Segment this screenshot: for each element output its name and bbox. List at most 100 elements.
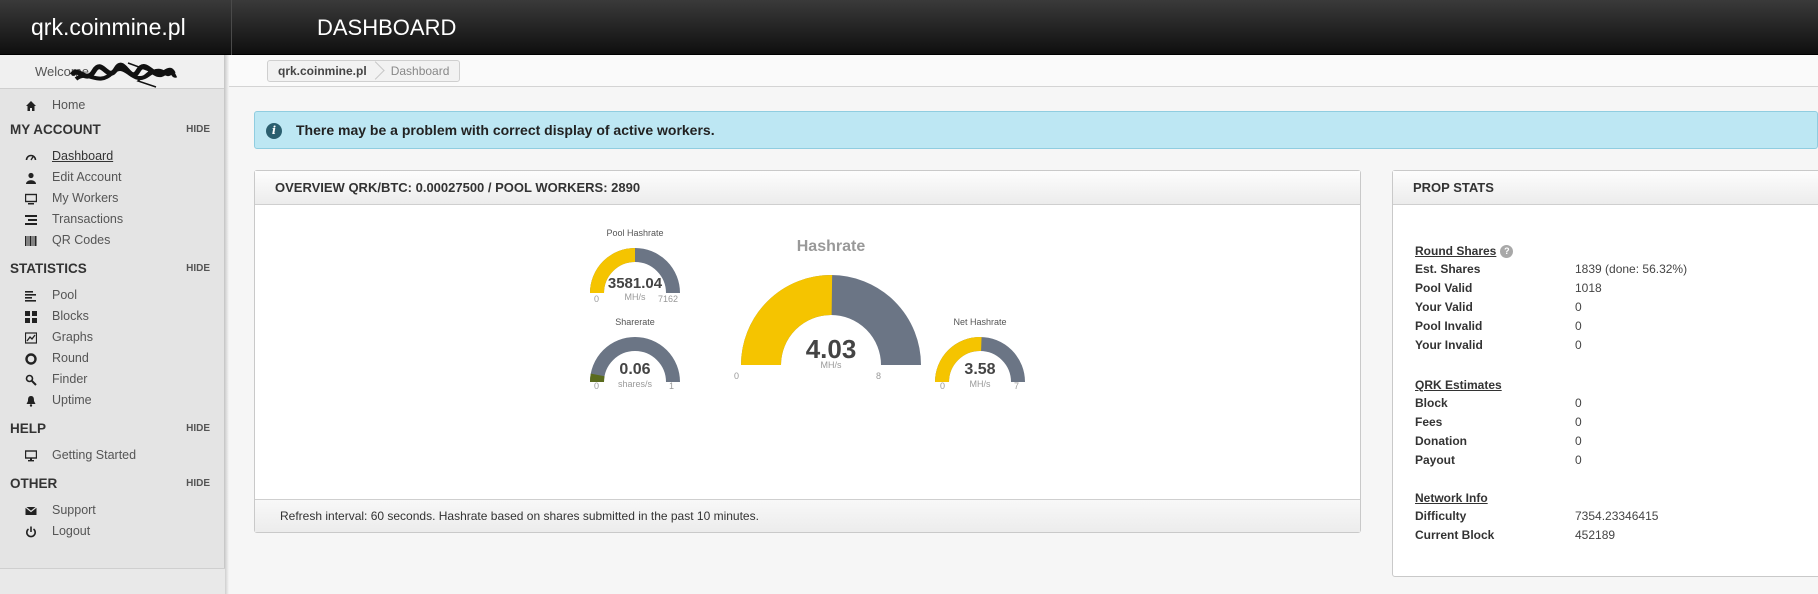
page-title: DASHBOARD xyxy=(317,15,457,40)
info-alert: i There may be a problem with correct di… xyxy=(254,111,1818,149)
align-left-icon xyxy=(25,291,36,302)
stat-row: Est. Shares 1839 (done: 56.32%) xyxy=(1415,262,1795,281)
prop-stats-title: PROP STATS xyxy=(1393,171,1818,205)
stat-value: 1839 (done: 56.32%) xyxy=(1575,262,1688,276)
stat-row: Payout 0 xyxy=(1415,453,1795,472)
stat-value: 7354.23346415 xyxy=(1575,509,1659,523)
stat-value: 452189 xyxy=(1575,528,1616,542)
section-title: MY ACCOUNT xyxy=(10,122,101,137)
stat-value: 0 xyxy=(1575,434,1582,448)
sidebar-item-round[interactable]: Round xyxy=(0,348,224,369)
sidebar-item-support[interactable]: Support xyxy=(0,500,224,521)
gauge-max: 8 xyxy=(876,371,882,381)
hide-toggle[interactable]: HIDE xyxy=(186,116,210,144)
gauge-min: 0 xyxy=(594,294,600,304)
overview-panel: OVERVIEW QRK/BTC: 0.00027500 / POOL WORK… xyxy=(254,170,1361,533)
stat-label: Est. Shares xyxy=(1415,262,1481,276)
gauge-max: 1 xyxy=(669,381,675,391)
stat-value: 0 xyxy=(1575,453,1582,467)
stat-label: Current Block xyxy=(1415,528,1495,542)
section-other: OTHER HIDE xyxy=(0,470,224,498)
breadcrumb-home-link[interactable]: qrk.coinmine.pl xyxy=(268,61,381,81)
stat-value: 0 xyxy=(1575,338,1582,352)
gauge-value: 3.58 xyxy=(964,361,996,378)
sidebar-shadow xyxy=(225,55,229,594)
sidebar-item-dashboard[interactable]: Dashboard xyxy=(0,146,224,167)
stat-label: Pool Valid xyxy=(1415,281,1473,295)
stat-label: Your Invalid xyxy=(1415,338,1483,352)
stat-label: Block xyxy=(1415,396,1448,410)
gauge-max: 7162 xyxy=(658,294,679,304)
network-info-heading[interactable]: Network Info xyxy=(1415,491,1488,505)
sidebar-item-home[interactable]: Home xyxy=(0,95,224,116)
redacted-username-scribble xyxy=(69,62,178,88)
stat-value: 0 xyxy=(1575,415,1582,429)
stat-value: 1018 xyxy=(1575,281,1602,295)
sidebar-footer xyxy=(0,568,225,594)
sidebar-item-transactions[interactable]: Transactions xyxy=(0,209,224,230)
section-title: STATISTICS xyxy=(10,261,87,276)
monitor-icon xyxy=(25,193,37,205)
stat-label: Fees xyxy=(1415,415,1443,429)
alert-message: There may be a problem with correct disp… xyxy=(296,122,715,138)
round-shares-heading[interactable]: Round Shares? xyxy=(1415,244,1514,258)
info-icon: i xyxy=(266,123,282,139)
envelope-icon xyxy=(25,506,37,515)
stat-label: Your Valid xyxy=(1415,300,1473,314)
gauge-area: Pool Hashrate 3581.04 MH/s 0 7162 Sharer… xyxy=(255,205,1360,495)
hide-toggle[interactable]: HIDE xyxy=(186,415,210,443)
stat-row: Your Valid 0 xyxy=(1415,300,1795,319)
welcome-bar: Welcome xyxy=(0,55,224,89)
gauge-min: 0 xyxy=(940,381,946,391)
section-my-account: MY ACCOUNT HIDE xyxy=(0,116,224,144)
stat-label: Donation xyxy=(1415,434,1467,448)
hide-toggle[interactable]: HIDE xyxy=(186,470,210,498)
stat-row: Current Block 452189 xyxy=(1415,528,1795,547)
stat-value: 0 xyxy=(1575,319,1582,333)
overview-title: OVERVIEW QRK/BTC: 0.00027500 / POOL WORK… xyxy=(255,171,1360,205)
prop-stats-panel: PROP STATS Round Shares? Est. Shares 1839… xyxy=(1392,170,1818,577)
stat-row: Pool Valid 1018 xyxy=(1415,281,1795,300)
gauge-value: 0.06 xyxy=(619,361,651,378)
stat-row: Difficulty 7354.23346415 xyxy=(1415,509,1795,528)
bell-icon xyxy=(26,396,36,407)
circle-icon xyxy=(25,353,37,365)
gauge-min: 0 xyxy=(594,381,600,391)
stat-value: 0 xyxy=(1575,396,1582,410)
sidebar-item-finder[interactable]: Finder xyxy=(0,369,224,390)
gauge-value: 3581.04 xyxy=(607,275,663,292)
sidebar-item-qr-codes[interactable]: QR Codes xyxy=(0,230,224,251)
stat-row: Donation 0 xyxy=(1415,434,1795,453)
user-icon xyxy=(26,172,36,184)
section-title: HELP xyxy=(10,421,47,436)
sidebar-item-pool[interactable]: Pool xyxy=(0,285,224,306)
help-icon[interactable]: ? xyxy=(1500,245,1514,258)
qrk-estimates-heading[interactable]: QRK Estimates xyxy=(1415,378,1502,392)
sidebar-item-graphs[interactable]: Graphs xyxy=(0,327,224,348)
section-title: OTHER xyxy=(10,476,58,491)
breadcrumb-current: Dashboard xyxy=(390,64,450,78)
hide-toggle[interactable]: HIDE xyxy=(186,255,210,283)
sidebar-item-blocks[interactable]: Blocks xyxy=(0,306,224,327)
section-statistics: STATISTICS HIDE xyxy=(0,255,224,283)
search-icon xyxy=(25,374,37,386)
sidebar-item-my-workers[interactable]: My Workers xyxy=(0,188,224,209)
gauge-title: Sharerate xyxy=(615,317,655,327)
grid-icon xyxy=(25,311,37,323)
stat-label: Difficulty xyxy=(1415,509,1467,523)
section-help: HELP HIDE xyxy=(0,415,224,443)
gauge-max: 7 xyxy=(1014,381,1020,391)
site-brand[interactable]: qrk.coinmine.pl xyxy=(0,0,232,55)
overview-footer: Refresh interval: 60 seconds. Hashrate b… xyxy=(255,499,1360,532)
gauge-title: Net Hashrate xyxy=(953,317,1007,327)
sidebar-item-edit-account[interactable]: Edit Account xyxy=(0,167,224,188)
sidebar-item-getting-started[interactable]: Getting Started xyxy=(0,445,224,466)
stat-row: Block 0 xyxy=(1415,396,1795,415)
gauge-unit: MH/s xyxy=(820,360,842,370)
chart-icon xyxy=(25,332,37,344)
gauge-title: Hashrate xyxy=(796,238,866,255)
sidebar-item-uptime[interactable]: Uptime xyxy=(0,390,224,411)
stat-label: Payout xyxy=(1415,453,1456,467)
gauge-min: 0 xyxy=(734,371,740,381)
sidebar-item-logout[interactable]: Logout xyxy=(0,521,224,542)
